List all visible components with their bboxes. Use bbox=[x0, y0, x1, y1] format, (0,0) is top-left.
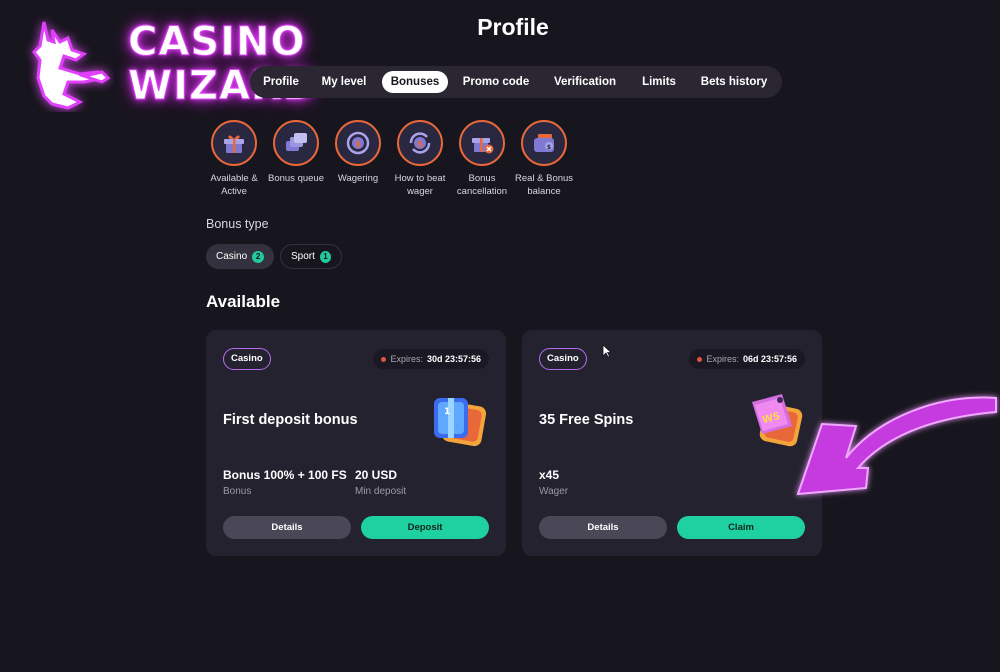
card-title: First deposit bonus bbox=[223, 412, 358, 428]
status-dot-icon bbox=[697, 356, 703, 362]
tab-verification[interactable]: Verification bbox=[544, 71, 626, 93]
mouse-cursor-icon bbox=[602, 344, 612, 358]
category-label: How to beat wager bbox=[394, 173, 446, 197]
bonus-type-heading: Bonus type bbox=[206, 217, 269, 231]
expires-time: 06d 23:57:56 bbox=[742, 354, 797, 364]
status-dot-icon bbox=[381, 356, 387, 362]
details-button[interactable]: Details bbox=[539, 516, 667, 539]
profile-tabs: Profile My level Bonuses Promo code Veri… bbox=[250, 66, 782, 98]
card-tag: Casino bbox=[539, 348, 587, 370]
page-title: Profile bbox=[477, 14, 549, 40]
gift-box-illustration-icon: 1 bbox=[434, 398, 487, 447]
available-heading: Available bbox=[206, 292, 281, 311]
coin-refresh-icon: $ bbox=[409, 132, 431, 154]
category-label: Bonus cancellation bbox=[456, 173, 508, 197]
stat-value: Bonus 100% + 100 FS bbox=[223, 468, 347, 482]
category-bonus-cancellation[interactable]: Bonus cancellation bbox=[452, 120, 512, 198]
wager-stat: x45 Wager bbox=[539, 468, 568, 497]
filter-chip-casino[interactable]: Casino 2 bbox=[206, 244, 274, 269]
tab-bets-history[interactable]: Bets history bbox=[692, 71, 776, 93]
category-label: Bonus queue bbox=[268, 173, 324, 184]
tab-profile[interactable]: Profile bbox=[256, 71, 306, 93]
svg-text:1: 1 bbox=[444, 407, 450, 417]
card-title: 35 Free Spins bbox=[539, 412, 634, 428]
stack-icon bbox=[286, 133, 307, 151]
expires-label: Expires: bbox=[390, 354, 423, 364]
gift-icon bbox=[224, 135, 244, 153]
tab-bonuses[interactable]: Bonuses bbox=[382, 71, 448, 93]
claim-button[interactable]: Claim bbox=[677, 516, 805, 539]
min-deposit-stat: 20 USD Min deposit bbox=[355, 468, 406, 497]
card-tag: Casino bbox=[223, 348, 271, 370]
svg-text:$: $ bbox=[355, 140, 361, 150]
stat-value: 20 USD bbox=[355, 468, 398, 482]
chip-label: Sport bbox=[291, 251, 315, 262]
svg-text:$: $ bbox=[547, 144, 551, 151]
tab-limits[interactable]: Limits bbox=[632, 71, 686, 93]
category-available-active[interactable]: Available & Active bbox=[204, 120, 264, 198]
bonus-stat: Bonus 100% + 100 FS Bonus bbox=[223, 468, 347, 497]
chip-label: Casino bbox=[216, 251, 248, 262]
tab-promo-code[interactable]: Promo code bbox=[454, 71, 538, 93]
details-button[interactable]: Details bbox=[223, 516, 351, 539]
chip-count-badge: 1 bbox=[319, 250, 331, 263]
wallet-icon: $ bbox=[534, 134, 554, 152]
category-label: Wagering bbox=[337, 173, 379, 184]
expires-badge: Expires: 06d 23:57:56 bbox=[689, 349, 805, 369]
annotation-arrow-icon bbox=[796, 396, 997, 496]
bonus-card-free-spins: Casino Expires: 06d 23:57:56 35 Free Spi… bbox=[522, 330, 822, 556]
expires-label: Expires: bbox=[706, 354, 739, 364]
stat-label: Wager bbox=[539, 486, 569, 497]
category-label: Real & Bonus balance bbox=[514, 173, 574, 197]
filter-chip-sport[interactable]: Sport 1 bbox=[280, 244, 342, 269]
category-bonus-queue[interactable]: Bonus queue bbox=[266, 120, 326, 185]
expires-badge: Expires: 30d 23:57:56 bbox=[373, 349, 489, 369]
expires-time: 30d 23:57:56 bbox=[426, 354, 481, 364]
category-real-bonus-balance[interactable]: $ Real & Bonus balance bbox=[514, 120, 574, 198]
coin-cycle-icon: $ bbox=[346, 131, 370, 155]
svg-text:$: $ bbox=[417, 140, 423, 150]
category-label: Available & Active bbox=[210, 173, 258, 197]
stat-label: Min deposit bbox=[355, 486, 407, 497]
stat-label: Bonus bbox=[223, 486, 252, 497]
gift-cancel-icon bbox=[472, 138, 494, 154]
deposit-button[interactable]: Deposit bbox=[361, 516, 489, 539]
bonus-card-first-deposit: Casino Expires: 30d 23:57:56 First depos… bbox=[206, 330, 506, 556]
chip-count-badge: 2 bbox=[252, 250, 264, 263]
tab-my-level[interactable]: My level bbox=[312, 71, 376, 93]
category-wagering[interactable]: $ Wagering bbox=[328, 120, 388, 185]
stat-value: x45 bbox=[539, 468, 560, 482]
category-how-to-beat-wager[interactable]: $ How to beat wager bbox=[390, 120, 450, 198]
